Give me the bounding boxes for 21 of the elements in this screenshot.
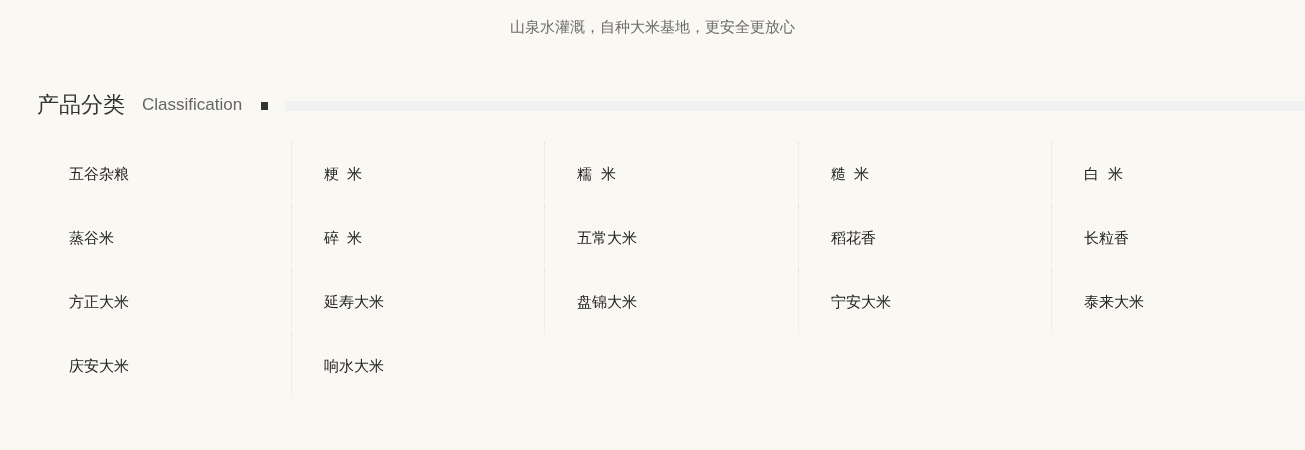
- category-link[interactable]: 长粒香: [1084, 226, 1130, 250]
- category-link[interactable]: 庆安大米: [69, 354, 129, 378]
- category-link[interactable]: 白 米: [1084, 162, 1123, 186]
- tagline: 山泉水灌溉，自种大米基地，更安全更放心: [510, 17, 795, 37]
- square-icon: [261, 102, 269, 110]
- section-subtitle: Classification: [142, 94, 243, 116]
- category-link[interactable]: 糙 米: [830, 162, 870, 186]
- category-link[interactable]: 碎 米: [323, 226, 362, 250]
- category-link[interactable]: 稻花香: [830, 226, 876, 250]
- category-link[interactable]: 响水大米: [323, 354, 384, 378]
- category-link[interactable]: 五常大米: [577, 226, 638, 250]
- category-link[interactable]: 延寿大米: [323, 290, 384, 314]
- category-link[interactable]: 蒸谷米: [69, 226, 114, 250]
- category-link[interactable]: 泰来大米: [1084, 290, 1145, 314]
- section-title: 产品分类: [37, 91, 125, 119]
- category-link[interactable]: 粳 米: [323, 162, 362, 186]
- category-link[interactable]: 盘锦大米: [577, 290, 638, 314]
- category-link[interactable]: 糯 米: [577, 162, 616, 186]
- category-link[interactable]: 五谷杂粮: [69, 162, 129, 186]
- category-link[interactable]: 宁安大米: [830, 290, 891, 314]
- category-link[interactable]: 方正大米: [69, 290, 129, 314]
